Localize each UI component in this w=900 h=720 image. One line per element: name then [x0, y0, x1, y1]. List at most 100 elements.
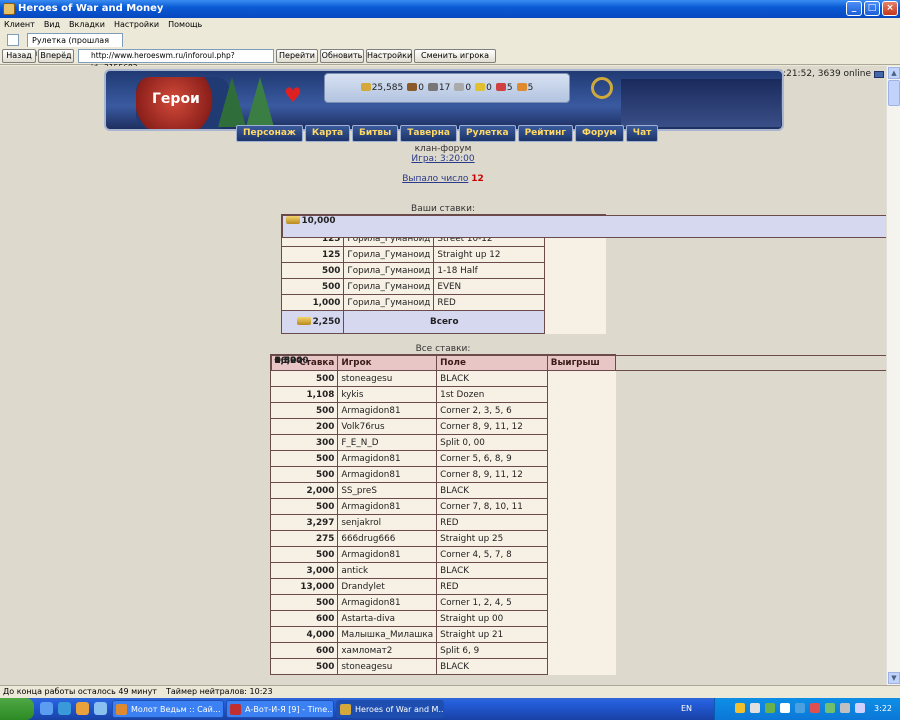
total-win-value: 10,000	[301, 215, 336, 226]
taskbar-item[interactable]: А-Вот-И-Я [9] - Time...	[226, 700, 334, 718]
player-cell[interactable]: senjakrol	[337, 514, 438, 531]
switch-player-button[interactable]: Сменить игрока	[414, 49, 496, 63]
tab-roulette[interactable]: Рулетка (прошлая игра)	[27, 33, 123, 58]
player-cell[interactable]: 666drug666	[337, 530, 438, 547]
tray-icon[interactable]	[765, 703, 775, 713]
totals-row: 2,250 Всего 10,000	[280, 214, 886, 334]
player-cell[interactable]: antick	[337, 562, 438, 579]
menu-roulette[interactable]: Рулетка	[459, 125, 516, 142]
menu-tavern[interactable]: Таверна	[400, 125, 457, 142]
player-cell[interactable]: Горила_Гуманоид	[343, 294, 435, 311]
menu-rating[interactable]: Рейтинг	[517, 125, 574, 142]
tray-icon[interactable]	[810, 703, 820, 713]
go-button[interactable]: Перейти	[276, 49, 318, 63]
game-logo[interactable]: Герои	[136, 77, 230, 129]
tray-icon[interactable]	[780, 703, 790, 713]
heroes-icon	[340, 704, 351, 715]
field-cell: Split 0, 00	[436, 434, 548, 451]
player-cell[interactable]: Armagidon81	[337, 402, 438, 419]
player-cell[interactable]: Armagidon81	[337, 466, 438, 483]
bet-cell: 3,000	[269, 562, 339, 579]
all-bets-title: Все ставки:	[415, 344, 471, 354]
gold-icon	[360, 83, 371, 91]
scroll-thumb[interactable]	[888, 80, 900, 106]
browser-icon	[116, 704, 127, 715]
vertical-scrollbar[interactable]: ▲ ▼	[886, 66, 900, 685]
bet-cell: 275	[269, 530, 339, 547]
field-cell: RED	[436, 514, 548, 531]
menu-help[interactable]: Помощь	[168, 18, 202, 32]
menu-forum[interactable]: Форум	[575, 125, 624, 142]
menu-tabs[interactable]: Вкладки	[69, 18, 105, 32]
player-cell[interactable]: Astarta-diva	[337, 610, 438, 627]
tray-icon[interactable]	[840, 703, 850, 713]
taskbar-item[interactable]: Молот Ведьм :: Сай...	[112, 700, 224, 718]
menu-battles[interactable]: Битвы	[352, 125, 399, 142]
player-cell[interactable]: kykis	[337, 386, 438, 403]
player-cell[interactable]: Volk76rus	[337, 418, 438, 435]
total-label: Всего	[343, 310, 546, 334]
menu-settings[interactable]: Настройки	[114, 18, 159, 32]
player-cell[interactable]: Armagidon81	[337, 498, 438, 515]
player-cell[interactable]: Armagidon81	[337, 450, 438, 467]
game-link[interactable]: Игра: 3:20:00	[411, 154, 474, 164]
player-cell[interactable]: stoneagesu	[337, 370, 438, 387]
table-row: 600 Astarta-diva Straight up 00 0	[269, 354, 886, 627]
minimize-button[interactable]: _	[846, 1, 862, 16]
close-button[interactable]: ×	[882, 1, 898, 16]
resource-mercury: 0	[454, 83, 471, 93]
table-row: 4,000 Малышка_Милашка Straight up 21 0	[269, 354, 886, 643]
maximize-button[interactable]: □	[864, 1, 880, 16]
player-cell[interactable]: SS_preS	[337, 482, 438, 499]
result-prefix[interactable]: Выпало число	[402, 174, 468, 184]
web-content: 03:21:52, 3639 online Герои ♥ 25,585 0 1…	[0, 66, 886, 685]
player-cell[interactable]: Горила_Гуманоид	[343, 262, 435, 279]
settings-button[interactable]: Настройки	[366, 49, 412, 63]
menu-client[interactable]: Клиент	[4, 18, 35, 32]
menu-character[interactable]: Персонаж	[236, 125, 303, 142]
quicklaunch-icon[interactable]	[58, 702, 71, 715]
field-cell: Straight up 00	[436, 610, 548, 627]
clan-forum-link[interactable]: клан-форум	[0, 144, 886, 154]
player-cell[interactable]: Горила_Гуманоид	[343, 246, 435, 263]
player-cell[interactable]: F_E_N_D	[337, 434, 438, 451]
table-row: 500 Armagidon81 Corner 5, 6, 8, 90	[269, 354, 886, 467]
back-button[interactable]: Назад	[2, 49, 36, 63]
field-cell: Corner 5, 6, 8, 9	[436, 450, 548, 467]
mail-icon[interactable]	[874, 70, 884, 78]
tray-icon[interactable]	[735, 703, 745, 713]
tray-icon[interactable]	[855, 703, 865, 713]
language-indicator[interactable]: EN	[681, 704, 692, 713]
bet-cell: 500	[269, 546, 339, 563]
player-cell[interactable]: Armagidon81	[337, 594, 438, 611]
player-cell[interactable]: хамломат2	[337, 642, 438, 659]
tray-icon[interactable]	[825, 703, 835, 713]
tray-icon[interactable]	[750, 703, 760, 713]
player-cell[interactable]: Drandylet	[337, 578, 438, 595]
taskbar-item-active[interactable]: Heroes of War and M...	[336, 700, 444, 718]
player-cell[interactable]: stoneagesu	[337, 658, 438, 675]
scroll-up-icon[interactable]: ▲	[888, 67, 900, 79]
title-bar[interactable]: Heroes of War and Money _ □ ×	[0, 0, 900, 18]
player-cell[interactable]: Armagidon81	[337, 546, 438, 563]
taskbar: Молот Ведьм :: Сай... А-Вот-И-Я [9] - Ti…	[0, 698, 900, 720]
player-cell[interactable]: Малышка_Милашка	[337, 626, 438, 643]
quicklaunch-icon[interactable]	[40, 702, 53, 715]
menu-view[interactable]: Вид	[44, 18, 60, 32]
tray-icon[interactable]	[795, 703, 805, 713]
player-cell[interactable]: Горила_Гуманоид	[343, 278, 435, 295]
start-button[interactable]	[0, 698, 34, 720]
new-tab-icon[interactable]	[7, 34, 19, 46]
quicklaunch-icon[interactable]	[76, 702, 89, 715]
quicklaunch-icon[interactable]	[94, 702, 107, 715]
field-cell: Corner 8, 9, 11, 12	[436, 466, 548, 483]
url-input[interactable]: http://www.heroeswm.ru/inforoul.php?id=2…	[78, 49, 274, 72]
sulfur-icon	[475, 83, 486, 91]
field-cell: RED	[433, 294, 546, 311]
scroll-down-icon[interactable]: ▼	[888, 672, 900, 684]
refresh-button[interactable]: Обновить	[320, 49, 364, 63]
menu-chat[interactable]: Чат	[625, 125, 659, 142]
menu-map[interactable]: Карта	[304, 125, 351, 142]
field-cell: Straight up 21	[436, 626, 548, 643]
forward-button[interactable]: Вперёд	[38, 49, 74, 63]
